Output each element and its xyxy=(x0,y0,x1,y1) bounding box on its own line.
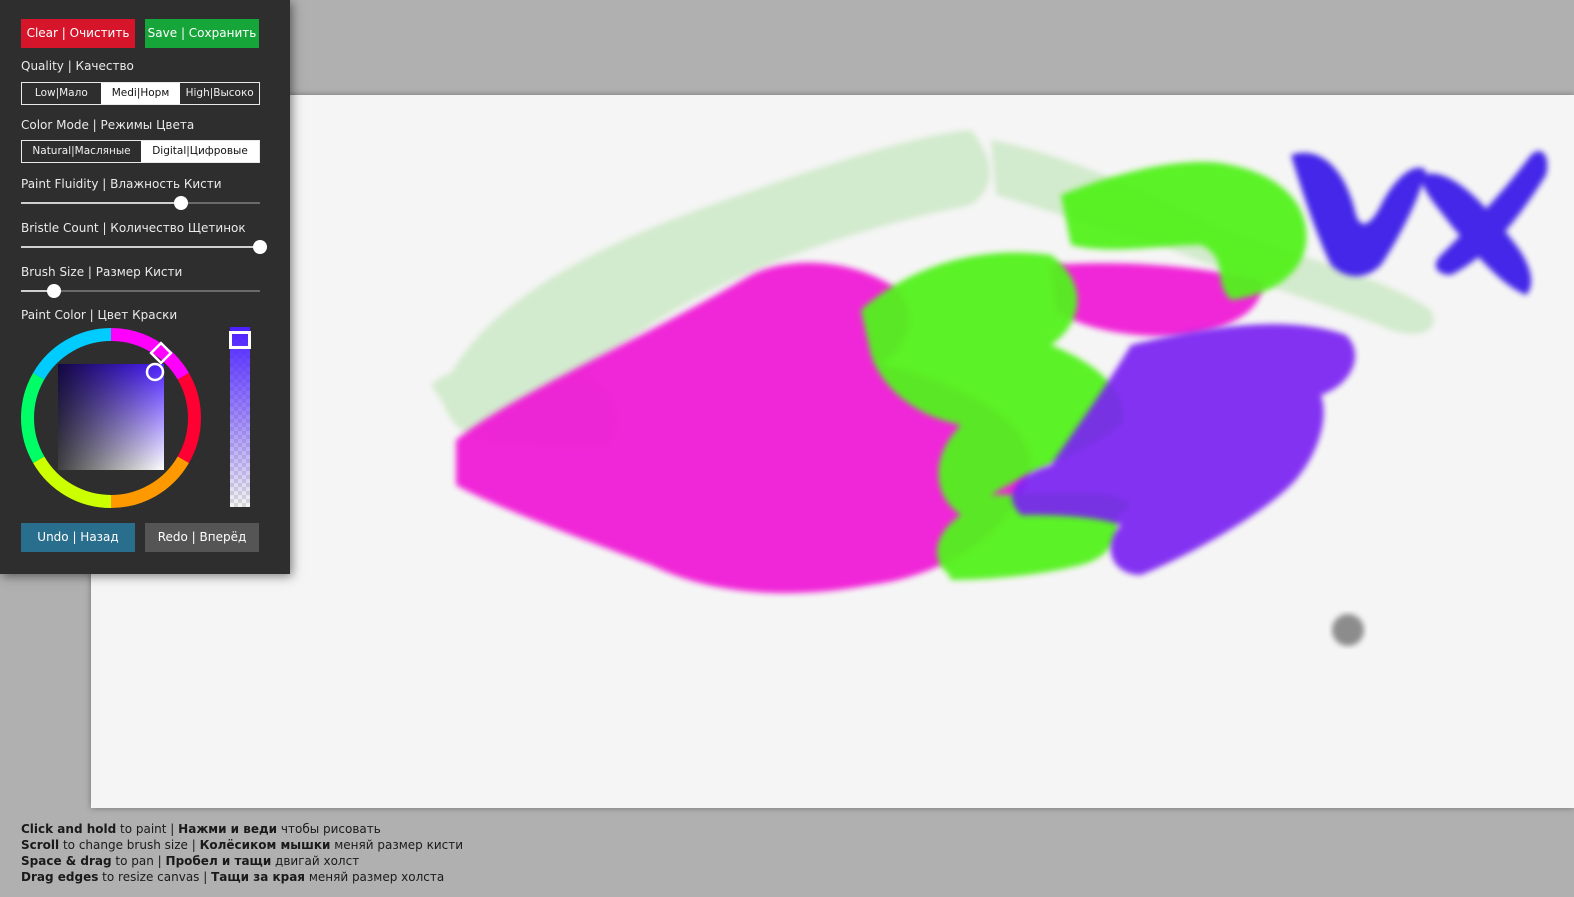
hint-text: to pan | xyxy=(111,854,166,868)
hint-row: Scroll to change brush size | Колёсиком … xyxy=(21,837,463,853)
hint-text: to change brush size | xyxy=(59,838,200,852)
quality-option-medium[interactable]: Medi|Норм xyxy=(100,83,181,104)
hint-keyword: Нажми и веди xyxy=(178,822,278,836)
slider-thumb[interactable] xyxy=(47,284,62,298)
brush-size-label: Brush Size | Размер Кисти xyxy=(21,265,183,279)
help-hints: Click and hold to paint | Нажми и веди ч… xyxy=(21,821,463,885)
color-mode-label: Color Mode | Режимы Цвета xyxy=(21,118,195,132)
slider-fill xyxy=(21,246,260,248)
hint-text: to resize canvas | xyxy=(98,870,212,884)
fluidity-label: Paint Fluidity | Влажность Кисти xyxy=(21,177,222,191)
save-button[interactable]: Save | Сохранить xyxy=(145,19,259,48)
slider-thumb[interactable] xyxy=(174,196,189,210)
hint-keyword: Click and hold xyxy=(21,822,117,836)
paint-canvas[interactable] xyxy=(91,95,1574,808)
slider-thumb[interactable] xyxy=(253,240,267,254)
quality-selector: Low|Мало Medi|Норм High|Высоко xyxy=(21,82,260,105)
saturation-shade xyxy=(58,364,164,470)
control-panel: Clear | Очистить Save | Сохранить Qualit… xyxy=(0,0,290,574)
bristle-count-label: Bristle Count | Количество Щетинок xyxy=(21,221,246,235)
fluidity-slider[interactable] xyxy=(21,195,260,211)
color-wheel[interactable] xyxy=(20,327,202,509)
hint-text: двигай холст xyxy=(271,854,360,868)
quality-label: Quality | Качество xyxy=(21,59,134,73)
hint-text: меняй размер кисти xyxy=(330,838,464,852)
hint-keyword: Колёсиком мышки xyxy=(199,838,331,852)
color-mode-selector: Natural|Масляные Digital|Цифровые xyxy=(21,140,260,163)
redo-button[interactable]: Redo | Вперёд xyxy=(145,523,259,552)
slider-fill xyxy=(21,202,182,204)
clear-button[interactable]: Clear | Очистить xyxy=(21,19,135,48)
hint-keyword: Space & drag xyxy=(21,854,112,868)
undo-button[interactable]: Undo | Назад xyxy=(21,523,135,552)
quality-option-low[interactable]: Low|Мало xyxy=(22,83,101,104)
bristle-count-slider[interactable] xyxy=(21,239,267,255)
opacity-bar[interactable] xyxy=(230,327,250,507)
hint-keyword: Тащи за края xyxy=(211,870,306,884)
hint-keyword: Пробел и тащи xyxy=(165,854,272,868)
hint-text: чтобы рисовать xyxy=(277,822,381,836)
quality-option-high[interactable]: High|Высоко xyxy=(180,83,259,104)
hint-row: Drag edges to resize canvas | Тащи за кр… xyxy=(21,869,463,885)
color-mode-option-natural[interactable]: Natural|Масляные xyxy=(22,141,141,162)
hint-row: Click and hold to paint | Нажми и веди ч… xyxy=(21,821,463,837)
hint-text: to paint | xyxy=(116,822,179,836)
color-mode-option-digital[interactable]: Digital|Цифровые xyxy=(141,141,259,162)
stroke-gray-dot xyxy=(1332,614,1364,646)
hint-row: Space & drag to pan | Пробел и тащи двиг… xyxy=(21,853,463,869)
opacity-handle[interactable] xyxy=(229,331,251,349)
canvas-drawing xyxy=(431,130,1548,646)
hint-keyword: Scroll xyxy=(21,838,60,852)
hint-keyword: Drag edges xyxy=(21,870,99,884)
brush-size-slider[interactable] xyxy=(21,283,260,299)
paint-color-label: Paint Color | Цвет Краски xyxy=(21,308,178,322)
hint-text: меняй размер холста xyxy=(305,870,445,884)
